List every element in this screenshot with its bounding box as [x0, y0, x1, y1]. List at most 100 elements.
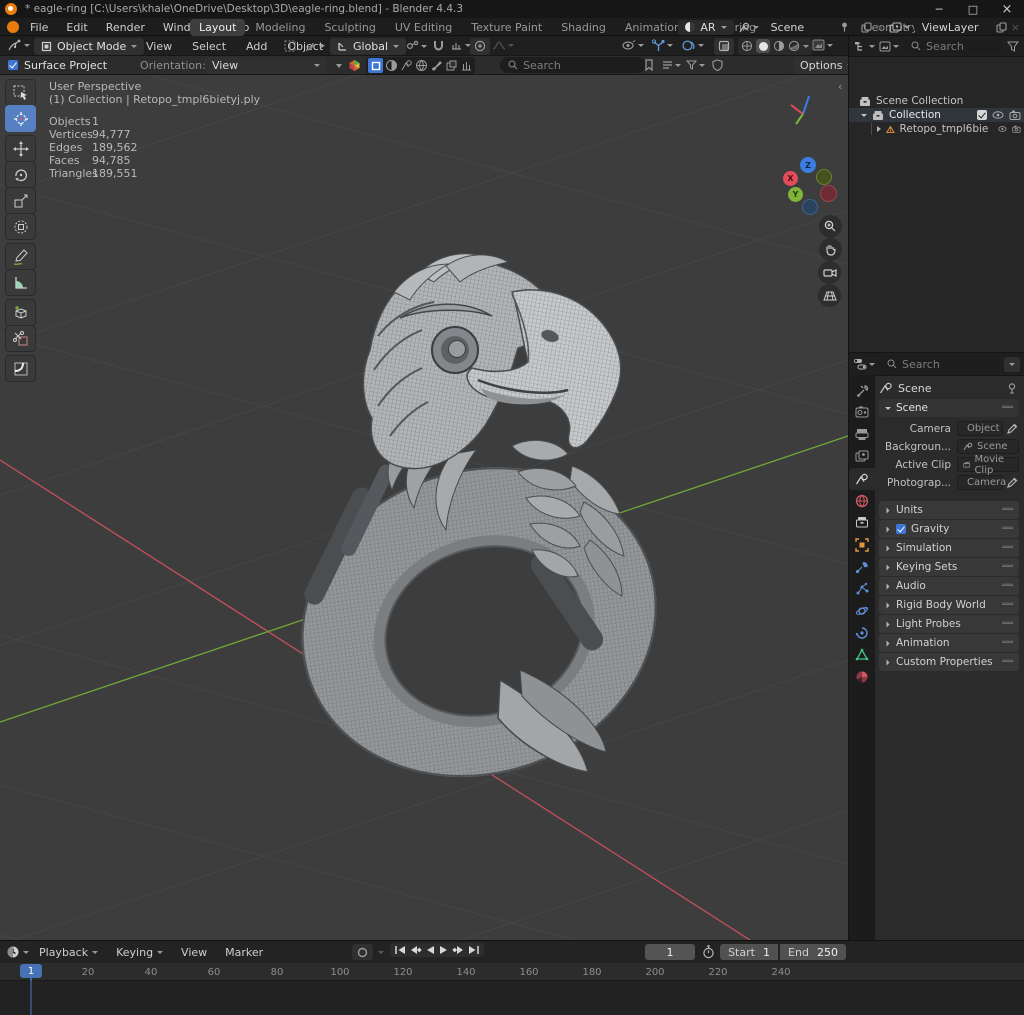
shading-rendered-icon[interactable]	[788, 40, 800, 52]
workspace-tab-layout[interactable]: Layout	[190, 19, 245, 36]
xray-toggle[interactable]	[714, 38, 734, 55]
outliner-filter-image-icon[interactable]	[879, 41, 899, 52]
workspace-tab-sculpting[interactable]: Sculpting	[315, 19, 384, 36]
shading-material-icon[interactable]	[773, 40, 785, 52]
field-photographer-value[interactable]: Camera	[957, 475, 1003, 490]
viewlayer-icon[interactable]	[889, 22, 910, 33]
strip-mesh-icon[interactable]	[460, 59, 473, 72]
visibility-dropdown-icon[interactable]	[622, 40, 644, 51]
surface-project-checkbox[interactable]	[8, 60, 18, 70]
mode-dropdown[interactable]: Object Mode	[34, 38, 144, 55]
menu-render[interactable]: Render	[98, 19, 153, 36]
tab-scene-active[interactable]	[849, 468, 875, 490]
timeline-track-area[interactable]	[0, 981, 1024, 1015]
play-reverse-button[interactable]	[424, 945, 436, 955]
snap-target-icon[interactable]	[406, 40, 427, 52]
tool-extra[interactable]	[5, 355, 36, 382]
eyedropper-icon[interactable]	[1007, 477, 1018, 488]
tab-collection[interactable]	[855, 516, 869, 528]
snap-mode-icon[interactable]	[450, 40, 471, 51]
mode-badge[interactable]: AR	[678, 20, 733, 35]
eagle-ring-model[interactable]	[250, 240, 720, 800]
gizmo-axis-neg-x[interactable]	[820, 185, 837, 202]
current-frame-field[interactable]: 1	[645, 944, 695, 960]
gizmo-extra-icon[interactable]	[304, 40, 325, 52]
strip-object-icon[interactable]	[445, 59, 458, 72]
gravity-checkbox[interactable]	[896, 524, 906, 534]
scene-datablock-icon[interactable]	[738, 22, 759, 33]
jump-to-end-button[interactable]	[467, 945, 480, 955]
field-camera-value[interactable]: Object	[957, 421, 1003, 436]
outliner-row-object[interactable]: Retopo_tmpl6bie	[849, 122, 1024, 136]
panel-gravity[interactable]: Gravity══	[879, 520, 1019, 538]
close-button[interactable]: ×	[990, 0, 1024, 18]
tool-search-field[interactable]: Search	[500, 57, 646, 73]
filter-funnel-icon[interactable]	[686, 60, 705, 70]
shading-solid-icon[interactable]	[756, 39, 770, 53]
tab-output[interactable]	[855, 428, 869, 441]
tab-particles[interactable]	[855, 582, 869, 596]
panel-keying-sets[interactable]: Keying Sets══	[879, 558, 1019, 576]
outliner-search-field[interactable]: Search	[903, 39, 1003, 54]
timeline-editor-type-icon[interactable]	[6, 945, 29, 959]
panel-animation[interactable]: Animation══	[879, 634, 1019, 652]
field-active-clip-value[interactable]: Movie Clip	[957, 457, 1019, 472]
tab-object[interactable]	[855, 538, 869, 552]
frame-end-field[interactable]: End250	[780, 944, 846, 960]
camera-view-button[interactable]	[818, 261, 841, 284]
editor-type-dropdown[interactable]	[7, 39, 30, 52]
tool-scale[interactable]	[5, 187, 36, 214]
maximize-button[interactable]: □	[956, 0, 990, 18]
viewlayer-copy-icon[interactable]	[996, 22, 1007, 33]
list-dropdown-icon[interactable]	[662, 60, 681, 70]
panel-custom-properties[interactable]: Custom Properties══	[879, 653, 1019, 671]
properties-search-field[interactable]: Search	[879, 356, 1000, 372]
hide-eye-icon[interactable]	[998, 125, 1007, 133]
render-camera-icon[interactable]	[1012, 124, 1021, 134]
tab-object-data[interactable]	[855, 648, 869, 661]
menu-view[interactable]: View	[138, 38, 180, 55]
tab-render[interactable]	[855, 406, 869, 418]
orientation-dropdown[interactable]: Global	[330, 38, 406, 55]
tool-settings-toggle-icon[interactable]	[284, 40, 296, 52]
strip-scene-icon[interactable]	[400, 59, 413, 72]
menu-add[interactable]: Add	[238, 38, 275, 55]
tool-cut[interactable]	[5, 325, 36, 352]
strip-sphere-icon[interactable]	[385, 59, 398, 72]
tab-tool[interactable]	[855, 384, 869, 398]
render-preview-icon[interactable]	[812, 39, 833, 51]
tool-annotate[interactable]	[5, 243, 36, 270]
shading-wireframe-icon[interactable]	[741, 40, 753, 52]
expand-chevron[interactable]	[861, 114, 867, 117]
sidebar-toggle-icon[interactable]: ‹	[838, 80, 842, 93]
scene-name-field[interactable]: Scene	[763, 20, 857, 35]
gizmo-axis-neg-y[interactable]	[816, 169, 832, 185]
panel-audio[interactable]: Audio══	[879, 577, 1019, 595]
workspace-tab-shading[interactable]: Shading	[552, 19, 615, 36]
menu-playback[interactable]: Playback	[31, 944, 106, 961]
auto-keying-button[interactable]	[352, 944, 373, 960]
tool-select-box[interactable]	[5, 79, 36, 106]
viewport-canvas[interactable]: User Perspective (1) Collection | Retopo…	[0, 75, 848, 940]
tool-cursor[interactable]	[5, 105, 36, 132]
workspace-tab-modeling[interactable]: Modeling	[246, 19, 314, 36]
shield-icon[interactable]	[712, 59, 723, 71]
tab-world[interactable]	[855, 494, 869, 508]
gizmo-axis-z[interactable]: Z	[800, 157, 816, 173]
tool-options-chevron[interactable]	[336, 64, 342, 68]
panel-rigid-body-world[interactable]: Rigid Body World══	[879, 596, 1019, 614]
prev-keyframe-button[interactable]	[409, 945, 422, 955]
strip-brush-icon[interactable]	[430, 59, 443, 72]
jump-to-start-button[interactable]	[394, 945, 407, 955]
pin-icon[interactable]	[1007, 383, 1017, 394]
panel-drag-handle[interactable]: ══	[1002, 403, 1013, 413]
axis-gizmo-lines[interactable]	[775, 88, 835, 148]
field-background-value[interactable]: Scene	[957, 439, 1019, 454]
eyedropper-icon[interactable]	[1007, 423, 1018, 434]
menu-select[interactable]: Select	[184, 38, 234, 55]
panel-units[interactable]: Units══	[879, 501, 1019, 519]
panel-simulation[interactable]: Simulation══	[879, 539, 1019, 557]
bookmark-icon[interactable]	[644, 59, 654, 71]
pin-icon[interactable]	[840, 22, 849, 32]
outliner-display-mode-icon[interactable]	[854, 41, 875, 52]
